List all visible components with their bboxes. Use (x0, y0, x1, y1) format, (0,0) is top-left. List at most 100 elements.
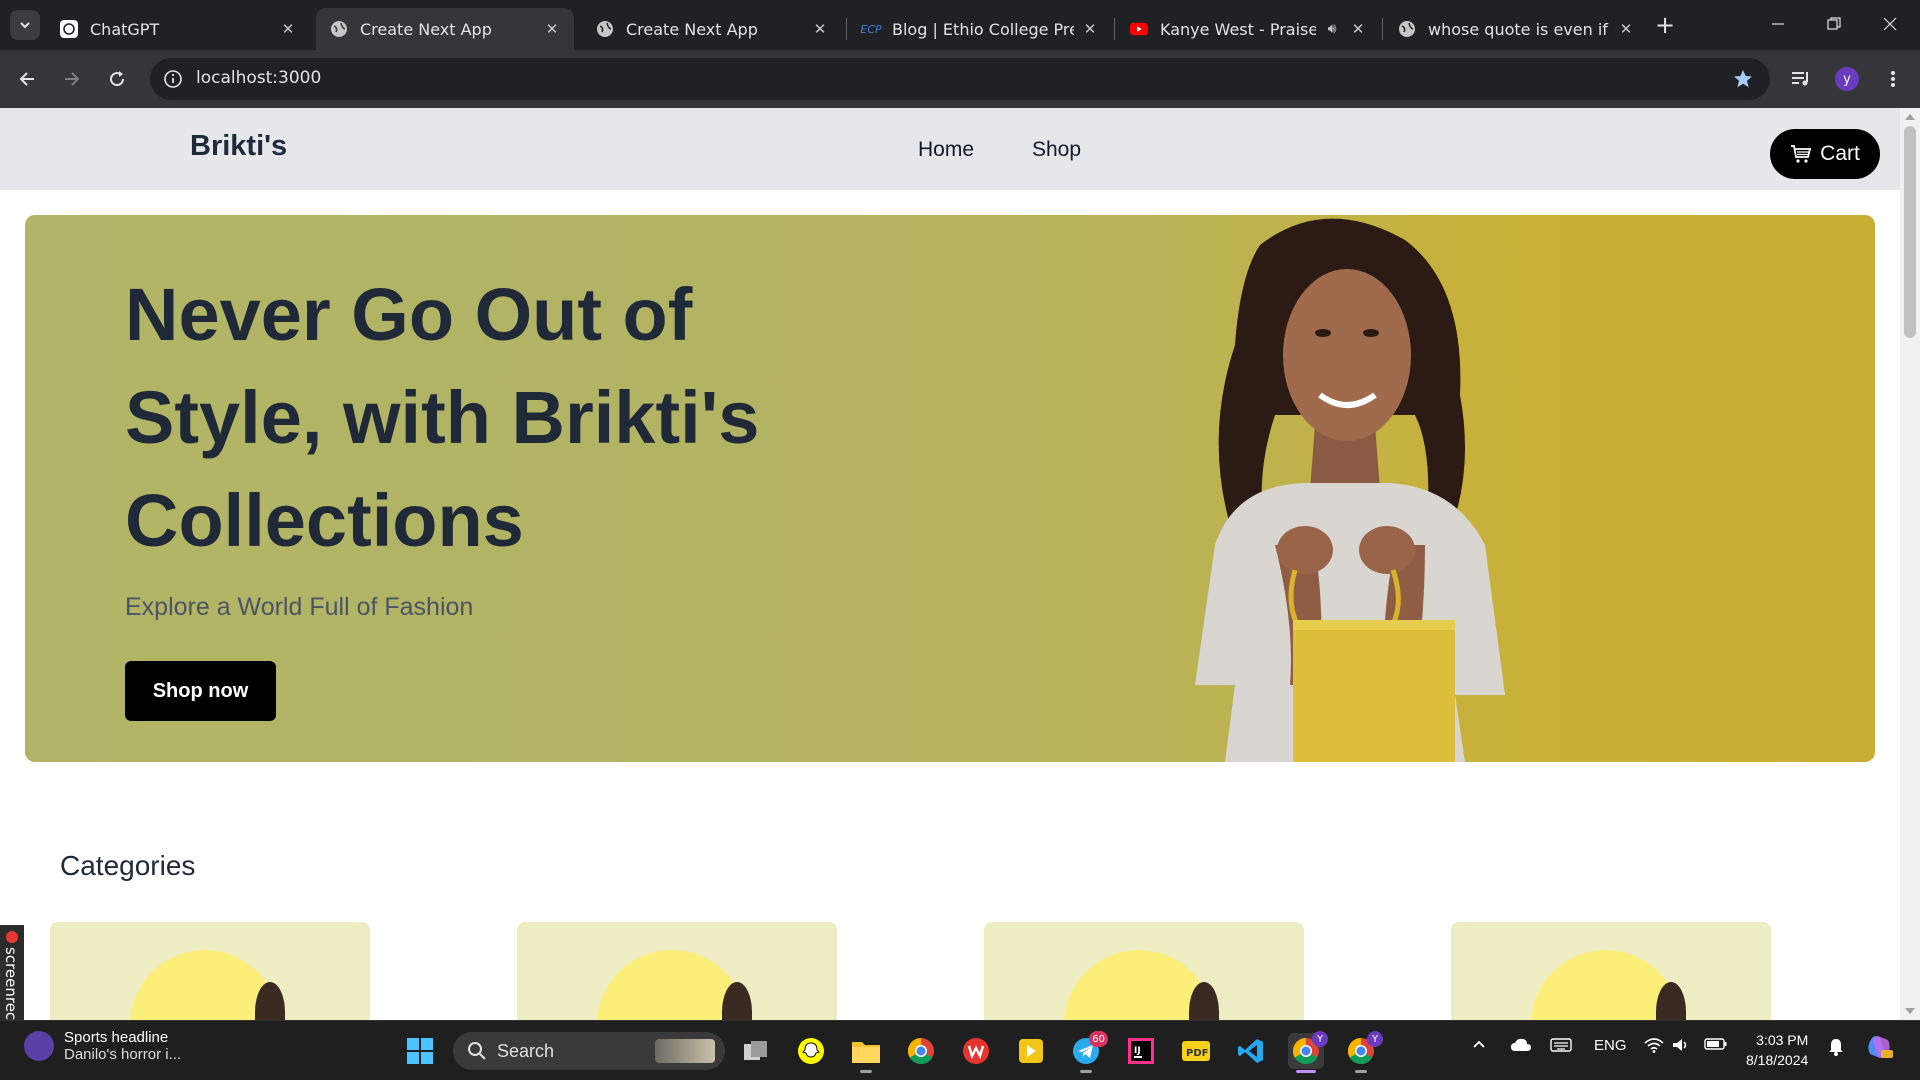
system-clock[interactable]: 3:03 PM 8/18/2024 (1746, 1030, 1808, 1070)
cloud-icon (1511, 1038, 1531, 1051)
scrollbar-thumb[interactable] (1904, 126, 1916, 338)
cart-label: Cart (1820, 142, 1860, 165)
close-tab-icon[interactable]: ✕ (1080, 19, 1100, 39)
bookmark-star-icon[interactable] (1732, 68, 1754, 90)
speaker-icon[interactable]: 🔊︎ (1322, 19, 1342, 39)
media-controls-button[interactable] (1786, 64, 1816, 94)
chrome-app-profile[interactable]: Y (1343, 1031, 1383, 1073)
tab-title: whose quote is even if you (1428, 19, 1610, 39)
start-button[interactable] (402, 1033, 438, 1069)
chevron-down-icon (20, 22, 30, 29)
avatar: y (1835, 67, 1859, 91)
shop-now-button[interactable]: Shop now (125, 661, 276, 721)
screenrec-widget[interactable]: screenrec (0, 925, 24, 1020)
tab-create-next-app-active[interactable]: Create Next App ✕ (316, 8, 574, 50)
keyboard-tray-button[interactable] (1550, 1037, 1572, 1057)
nav-link-home[interactable]: Home (918, 138, 974, 162)
tab-title: Create Next App (626, 19, 758, 39)
keyboard-icon (1550, 1038, 1572, 1052)
ecp-icon: ECP (860, 22, 882, 36)
running-indicator (860, 1070, 872, 1073)
vscode-app[interactable] (1233, 1033, 1269, 1069)
news-widget[interactable]: Sports headline Danilo's horror i... (24, 1029, 181, 1063)
category-card[interactable] (984, 922, 1304, 1020)
running-indicator (1355, 1070, 1367, 1073)
category-card[interactable] (517, 922, 837, 1020)
notification-badge: 60 (1089, 1031, 1108, 1047)
search-icon (468, 1042, 486, 1060)
close-tab-icon[interactable]: ✕ (278, 19, 298, 39)
reload-icon (110, 71, 125, 87)
notifications-button[interactable] (1826, 1037, 1846, 1061)
site-info-icon[interactable] (162, 68, 184, 90)
close-tab-icon[interactable]: ✕ (810, 19, 830, 39)
tab-ethio-college-prep[interactable]: ECP Blog | Ethio College Prep ✕ (848, 8, 1112, 50)
chevron-up-icon (1473, 1040, 1485, 1048)
close-tab-icon[interactable]: ✕ (542, 19, 562, 39)
back-button[interactable] (10, 62, 44, 96)
battery-tray-button[interactable] (1704, 1037, 1728, 1055)
hero-subtitle: Explore a World Full of Fashion (125, 593, 474, 621)
scroll-down-arrow-icon[interactable] (1905, 1008, 1915, 1014)
globe-icon (596, 20, 614, 38)
show-hidden-icons-button[interactable] (1472, 1037, 1486, 1055)
task-view-button[interactable] (738, 1033, 774, 1069)
wifi-tray-button[interactable] (1644, 1037, 1664, 1057)
language-indicator[interactable]: ENG (1594, 1037, 1627, 1054)
reload-button[interactable] (100, 62, 134, 96)
tab-search-button[interactable] (10, 10, 40, 40)
new-tab-button[interactable]: + (1652, 12, 1678, 38)
arrow-right-icon (65, 72, 80, 86)
url-text[interactable]: localhost:3000 (196, 68, 321, 88)
restore-button[interactable] (1806, 0, 1862, 48)
tab-separator (1382, 18, 1383, 40)
wps-office-app[interactable] (958, 1033, 994, 1069)
copilot-button[interactable] (1864, 1032, 1894, 1066)
snapchat-app[interactable] (793, 1033, 829, 1069)
volume-tray-button[interactable] (1672, 1037, 1690, 1057)
onedrive-tray-button[interactable] (1510, 1037, 1532, 1057)
nav-link-shop[interactable]: Shop (1032, 138, 1081, 162)
profile-button[interactable]: y (1832, 64, 1862, 94)
forward-button[interactable] (55, 62, 89, 96)
scroll-up-arrow-icon[interactable] (1905, 114, 1915, 120)
telegram-app[interactable]: 60 (1068, 1031, 1108, 1073)
chatgpt-icon (60, 20, 78, 38)
close-tab-icon[interactable]: ✕ (1348, 19, 1368, 39)
media-player-app[interactable] (1013, 1033, 1049, 1069)
address-bar[interactable]: localhost:3000 (150, 58, 1770, 100)
copilot-icon (1868, 1036, 1893, 1058)
tab-chatgpt[interactable]: ChatGPT ✕ (46, 8, 310, 50)
cart-button[interactable]: Cart (1770, 129, 1880, 179)
clock-time: 3:03 PM (1756, 1032, 1809, 1048)
file-explorer-app[interactable] (848, 1033, 884, 1073)
page-viewport: Brikti's Home Shop Cart Never Go Out of … (0, 108, 1920, 1020)
pdf-app[interactable]: PDF (1178, 1033, 1214, 1069)
close-tab-icon[interactable]: ✕ (1616, 19, 1636, 39)
profile-badge: Y (1312, 1031, 1328, 1047)
page-scrollbar[interactable] (1900, 108, 1920, 1020)
shopping-cart-icon (1791, 145, 1812, 163)
tab-quote-search[interactable]: whose quote is even if you ✕ (1384, 8, 1648, 50)
tab-youtube[interactable]: Kanye West - Praise Go 🔊︎ ✕ (1116, 8, 1380, 50)
category-card[interactable] (50, 922, 370, 1020)
windows-taskbar: Sports headline Danilo's horror i... Sea… (0, 1020, 1920, 1080)
running-indicator (1080, 1070, 1092, 1073)
svg-text:PDF: PDF (1186, 1048, 1208, 1059)
browser-menu-button[interactable] (1878, 64, 1908, 94)
close-window-button[interactable] (1862, 0, 1918, 48)
record-dot-icon (6, 931, 18, 943)
brand-logo[interactable]: Brikti's (190, 130, 287, 163)
tab-title: ChatGPT (90, 19, 160, 39)
news-widget-icon (24, 1031, 54, 1061)
intellij-app[interactable]: IJ (1123, 1033, 1159, 1069)
restore-icon (1827, 17, 1841, 30)
vscode-icon (1238, 1039, 1263, 1063)
category-card[interactable] (1451, 922, 1771, 1020)
tab-separator (846, 18, 847, 40)
minimize-button[interactable] (1750, 0, 1806, 48)
chrome-app[interactable] (903, 1033, 939, 1069)
taskbar-search[interactable]: Search (453, 1032, 725, 1070)
chrome-app-active[interactable]: Y (1288, 1031, 1328, 1073)
tab-create-next-app[interactable]: Create Next App ✕ (582, 8, 842, 50)
